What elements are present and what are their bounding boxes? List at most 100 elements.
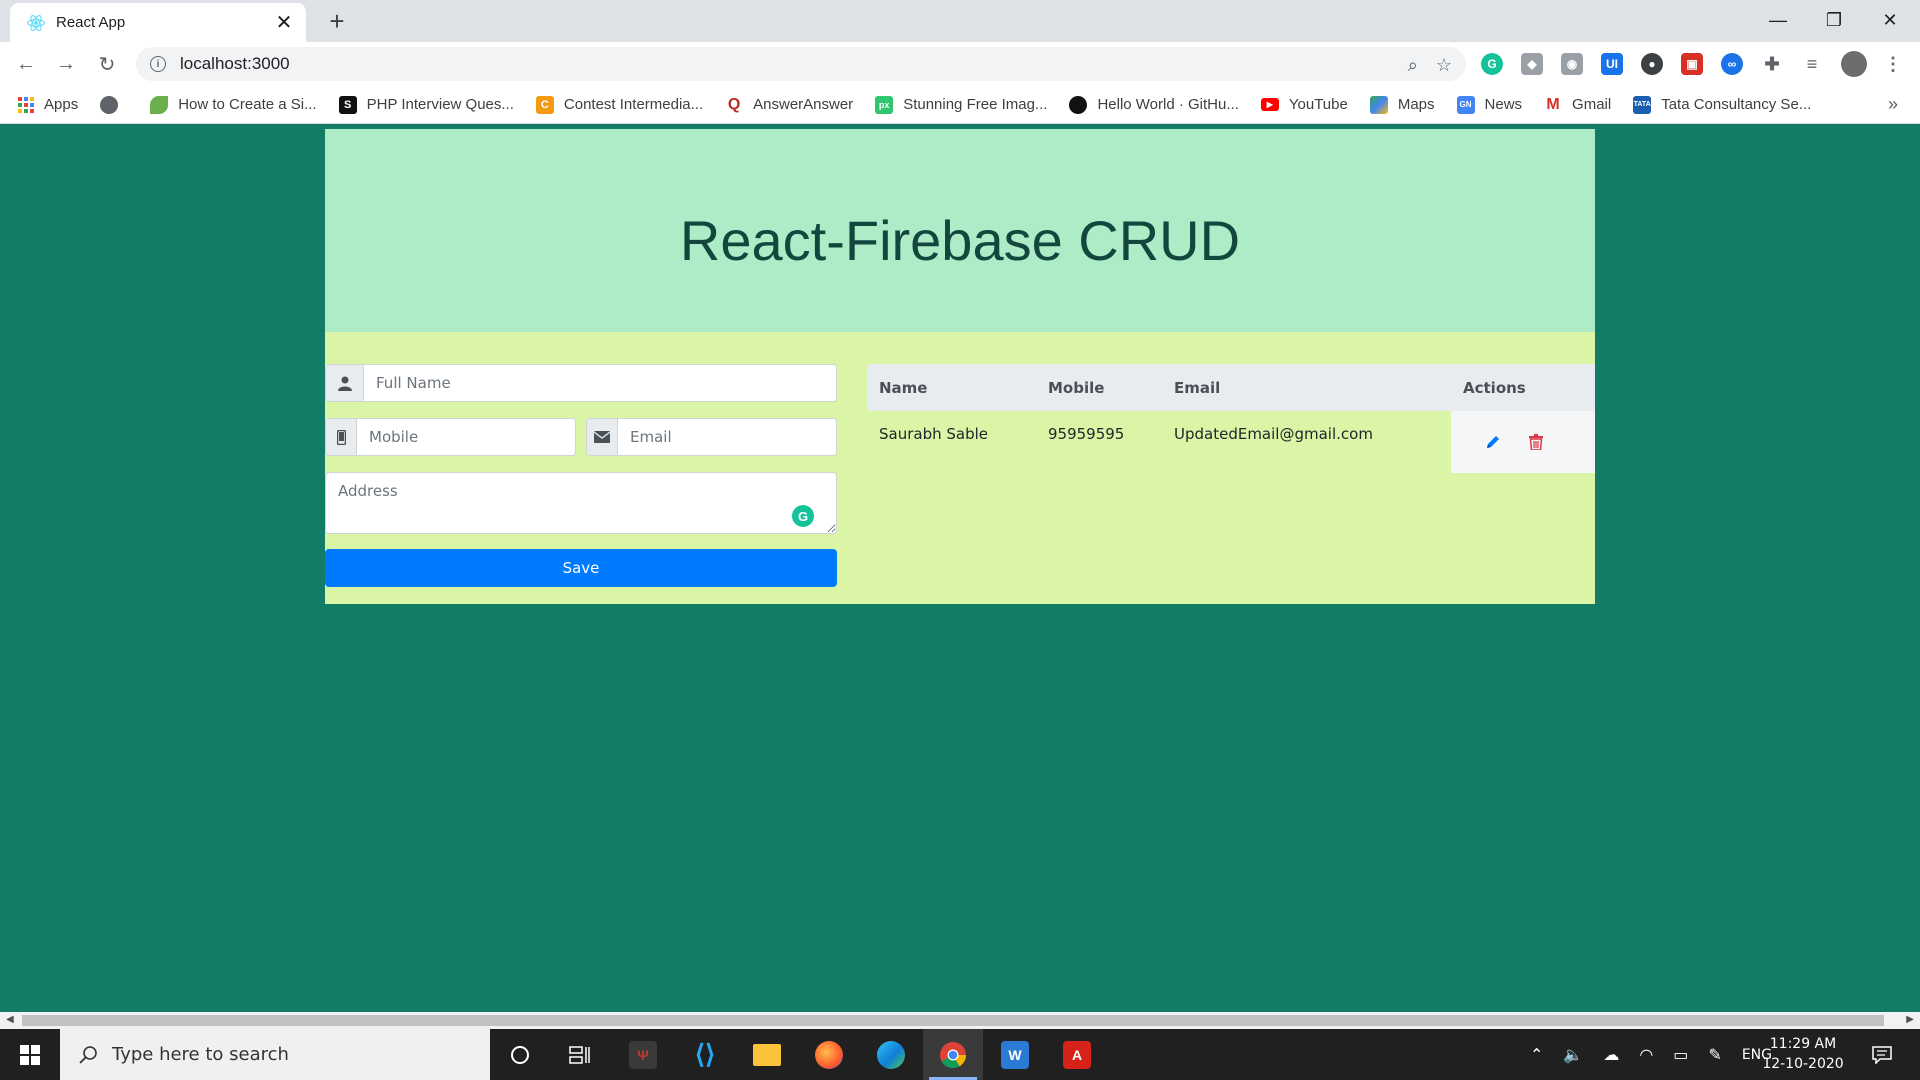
onedrive-icon[interactable]: ☁ [1603,1045,1619,1064]
bookmark-tata[interactable]: TATA Tata Consultancy Se... [1633,95,1812,114]
s-icon: S [338,95,357,114]
battery-icon[interactable]: ▭ [1673,1045,1688,1064]
fullname-group [325,364,837,402]
cell-mobile: 95959595 [1048,425,1125,443]
file-explorer-icon[interactable] [737,1029,797,1080]
bookmark-how-to-create[interactable]: How to Create a Si... [150,95,317,114]
windows-start-icon[interactable] [0,1029,60,1080]
browser-tabstrip: React App ✕ + — ❐ ✕ [0,0,1920,42]
save-button[interactable]: Save [325,549,837,587]
red-extension-icon[interactable]: ▣ [1681,53,1703,75]
clock-date: 12-10-2020 [1762,1056,1844,1072]
contacts-table: Name Mobile Email Actions Saurabh Sable … [867,364,1595,473]
vscode-icon[interactable]: ⟨⟩ [675,1029,735,1080]
bookmark-star-icon[interactable]: ☆ [1436,55,1452,76]
bookmark-label: Contest Intermedia... [563,96,704,113]
column-header-actions: Actions [1451,364,1595,411]
apps-grid-icon [18,96,34,113]
email-group [586,418,837,456]
bookmark-label: Apps [44,96,79,113]
tata-icon: TATA [1633,95,1652,114]
wps-writer-icon[interactable]: W [985,1029,1045,1080]
cell-email: UpdatedEmail@gmail.com [1174,425,1373,443]
acrobat-icon[interactable]: A [1047,1029,1107,1080]
chrome-icon[interactable] [923,1029,983,1080]
infinity-extension-icon[interactable]: ∞ [1721,53,1743,75]
bookmark-news[interactable]: GN News [1456,95,1523,114]
fullname-input[interactable] [364,365,836,401]
bookmark-stunning-free[interactable]: px Stunning Free Imag... [875,95,1047,114]
zoom-icon[interactable]: ⌕ [1408,55,1418,76]
menu-kebab-icon[interactable]: ⋮ [1882,53,1904,75]
volume-icon[interactable]: 🔈 [1563,1045,1583,1064]
scroll-right-icon[interactable]: ▶ [1906,1014,1914,1025]
email-input[interactable] [618,419,836,455]
scroll-left-icon[interactable]: ◀ [6,1014,14,1025]
cube-extension-icon[interactable]: ◆ [1521,53,1543,75]
bookmark-apps[interactable]: Apps [18,96,78,113]
taskbar-search-placeholder: Type here to search [112,1044,289,1065]
cell-name: Saurabh Sable [879,425,989,443]
info-icon[interactable]: i [150,56,166,72]
address-bar[interactable]: i localhost:3000 ⌕ ☆ [136,47,1466,81]
bookmark-globe[interactable] [100,95,128,114]
back-arrow-icon[interactable]: ← [12,50,40,78]
task-view-icon[interactable] [550,1029,610,1080]
bookmark-php-interview[interactable]: S PHP Interview Ques... [338,95,514,114]
forward-arrow-icon[interactable]: → [52,50,80,78]
bookmark-label: Maps [1397,96,1435,113]
ui-extension-icon[interactable]: UI [1601,53,1623,75]
bookmark-github[interactable]: Hello World · GitHu... [1069,95,1239,114]
cortana-icon[interactable] [490,1029,550,1080]
edit-pencil-icon[interactable] [1481,430,1505,454]
mobile-input[interactable] [357,419,575,455]
bookmark-answeranswer[interactable]: Q AnswerAnswer [725,96,853,114]
bookmark-label: News [1484,96,1523,113]
windows-taskbar: Type here to search Ψ ⟨⟩ W A ⌃ 🔈 ☁ ◠ ▭ ✎… [0,1029,1920,1080]
grammarly-icon[interactable]: G [1481,53,1503,75]
reload-icon[interactable]: ↻ [93,50,121,78]
bookmark-maps[interactable]: Maps [1369,95,1435,114]
horizontal-scrollbar[interactable]: ◀ ▶ [0,1012,1920,1029]
new-tab-button[interactable]: + [324,8,350,34]
window-close-icon[interactable]: ✕ [1862,0,1918,40]
grammarly-icon[interactable]: G [792,505,814,527]
close-tab-icon[interactable]: ✕ [274,13,294,33]
bookmark-label: Tata Consultancy Se... [1661,96,1812,113]
bookmark-label: Hello World · GitHu... [1097,96,1239,113]
news-icon: GN [1456,95,1475,114]
address-textarea[interactable] [325,472,837,534]
wifi-icon[interactable]: ◠ [1639,1045,1653,1064]
react-icon [27,14,45,31]
bookmark-youtube[interactable]: ▶ YouTube [1260,96,1348,113]
notifications-icon[interactable] [1862,1029,1902,1080]
bookmark-contest[interactable]: C Contest Intermedia... [535,95,704,114]
show-hidden-icons-icon[interactable]: ⌃ [1530,1045,1543,1064]
bookmarks-overflow-icon[interactable]: » [1888,94,1898,115]
predator-sense-icon[interactable]: Ψ [613,1029,673,1080]
camera-extension-icon[interactable]: ◉ [1561,53,1583,75]
edge-icon[interactable] [861,1029,921,1080]
dark-circle-extension-icon[interactable]: ● [1641,53,1663,75]
pen-icon[interactable]: ✎ [1708,1045,1721,1064]
user-icon [326,365,364,401]
github-icon [1069,95,1088,114]
media-queue-icon[interactable]: ≡ [1801,53,1823,75]
taskbar-search-box[interactable]: Type here to search [60,1029,490,1080]
delete-trash-icon[interactable] [1524,430,1548,454]
taskbar-clock[interactable]: 11:29 AM 12-10-2020 [1758,1034,1848,1074]
youtube-icon: ▶ [1260,98,1279,111]
browser-tab[interactable]: React App ✕ [10,3,306,42]
codechef-icon: C [535,95,554,114]
quora-icon: Q [727,95,741,113]
extensions-puzzle-icon[interactable]: ✚ [1761,53,1783,75]
clock-time: 11:29 AM [1769,1036,1837,1052]
table-row: Saurabh Sable 95959595 UpdatedEmail@gmai… [867,411,1595,473]
profile-avatar[interactable] [1841,51,1867,77]
restore-icon[interactable]: ❐ [1806,0,1862,40]
firefox-icon[interactable] [799,1029,859,1080]
scrollbar-thumb[interactable] [22,1015,1884,1026]
table-header-row: Name Mobile Email Actions [867,364,1595,411]
minimize-icon[interactable]: — [1750,0,1806,40]
bookmark-gmail[interactable]: M Gmail [1544,96,1611,114]
